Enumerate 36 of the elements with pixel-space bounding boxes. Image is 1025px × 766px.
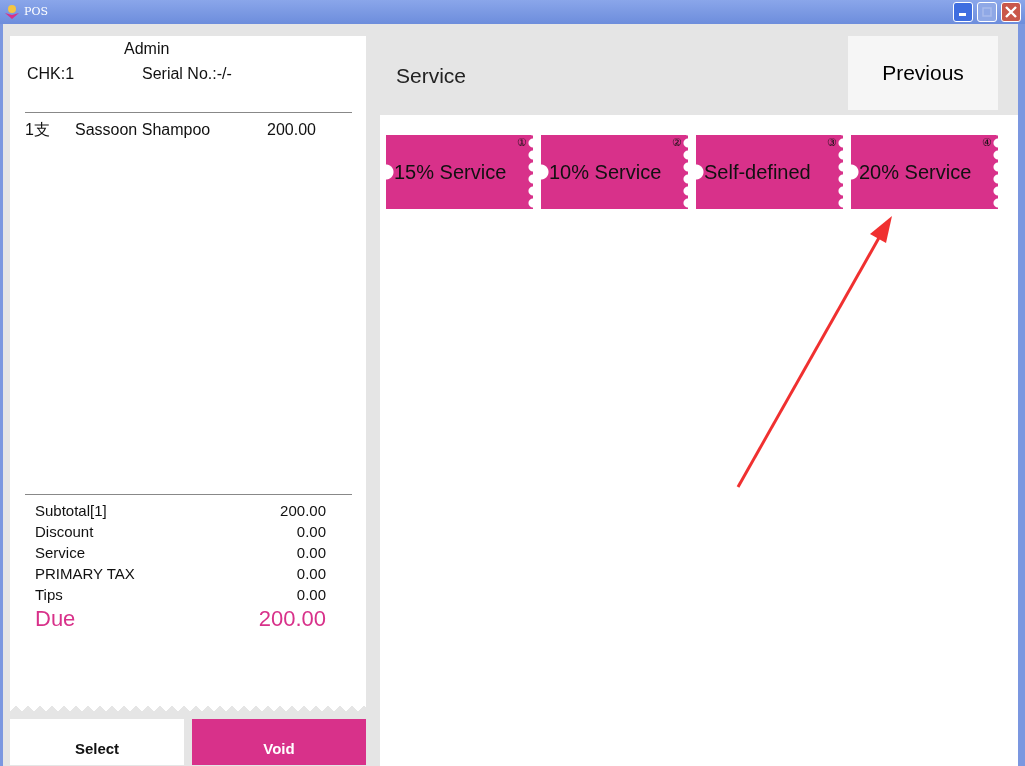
due-label: Due (35, 605, 76, 633)
close-icon (1005, 6, 1017, 18)
service-button[interactable]: 20% Service ④ (851, 135, 998, 209)
section-title: Service (396, 63, 467, 89)
total-amount: 0.00 (296, 564, 326, 584)
total-label: PRIMARY TAX (35, 564, 135, 584)
service-button[interactable]: 10% Service ② (541, 135, 688, 209)
void-button[interactable]: Void (192, 719, 366, 765)
item-name: Sassoon Shampoo (75, 120, 212, 140)
service-button[interactable]: 15% Service ① (386, 135, 533, 209)
select-button[interactable]: Select (10, 719, 184, 765)
total-label: Service (35, 543, 86, 563)
maximize-icon (982, 7, 992, 17)
button-number: ③ (827, 137, 837, 148)
due-amount: 200.00 (258, 605, 326, 633)
service-button[interactable]: Self-defined ③ (696, 135, 843, 209)
button-number: ① (517, 137, 527, 148)
window-title: POS (24, 3, 48, 20)
app-icon (4, 4, 20, 20)
total-amount: 0.00 (296, 543, 326, 563)
total-label: Tips (35, 585, 63, 605)
total-label: Discount (35, 522, 94, 542)
total-label: Subtotal[1] (35, 501, 107, 521)
item-quantity: 1支 (25, 120, 51, 140)
close-button[interactable] (1001, 2, 1021, 22)
item-price: 200.00 (267, 120, 316, 140)
total-amount: 200.00 (280, 501, 326, 521)
operator-name: Admin (124, 39, 170, 59)
check-number: CHK:1 (27, 64, 75, 84)
minimize-button[interactable] (953, 2, 973, 22)
total-amount: 0.00 (296, 585, 326, 605)
total-amount: 0.00 (296, 522, 326, 542)
button-number: ② (672, 137, 682, 148)
serial-number: Serial No.:-/- (142, 64, 232, 84)
previous-button[interactable]: Previous (848, 36, 998, 110)
button-number: ④ (982, 137, 992, 148)
